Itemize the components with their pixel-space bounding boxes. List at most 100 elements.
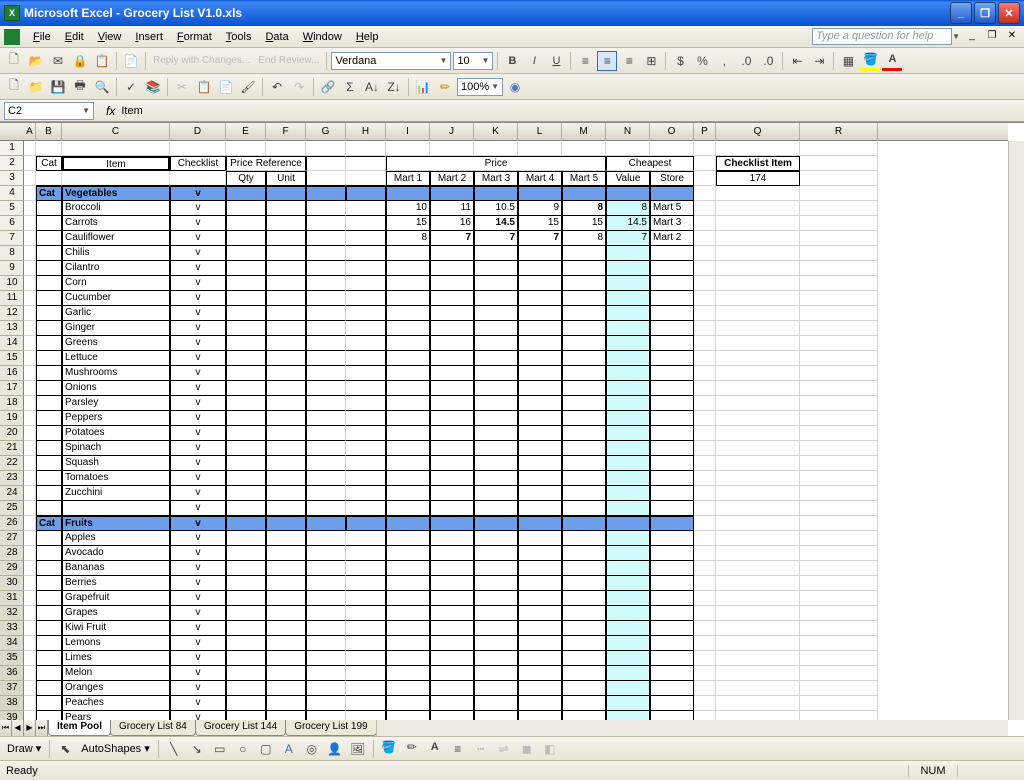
cell[interactable] <box>716 546 800 561</box>
cell[interactable] <box>716 576 800 591</box>
cell[interactable] <box>518 261 562 276</box>
cell[interactable] <box>562 261 606 276</box>
cell[interactable] <box>226 291 266 306</box>
cell[interactable]: Mart 3 <box>474 171 518 186</box>
cell[interactable] <box>716 306 800 321</box>
cell[interactable] <box>36 201 62 216</box>
cell[interactable]: Price Reference <box>226 156 306 171</box>
cell[interactable] <box>800 636 878 651</box>
cell[interactable] <box>306 606 346 621</box>
cell[interactable] <box>266 531 306 546</box>
cell[interactable]: Mushrooms <box>62 366 170 381</box>
cell[interactable] <box>306 561 346 576</box>
cell[interactable]: v <box>170 441 226 456</box>
cell[interactable] <box>800 546 878 561</box>
cell[interactable] <box>24 501 36 516</box>
cell[interactable] <box>518 456 562 471</box>
cell[interactable] <box>800 171 878 186</box>
cell[interactable] <box>474 141 518 156</box>
cell[interactable]: 15 <box>518 216 562 231</box>
cell[interactable]: Cat <box>36 516 62 531</box>
cell[interactable] <box>266 306 306 321</box>
cell[interactable] <box>800 501 878 516</box>
cell[interactable]: Oranges <box>62 681 170 696</box>
cell[interactable] <box>562 426 606 441</box>
cell[interactable] <box>694 591 716 606</box>
cell[interactable] <box>716 696 800 711</box>
cell[interactable] <box>694 696 716 711</box>
cell[interactable] <box>694 246 716 261</box>
cell[interactable] <box>266 546 306 561</box>
cell[interactable] <box>800 471 878 486</box>
row-header-13[interactable]: 13 <box>0 321 24 336</box>
cell[interactable] <box>562 681 606 696</box>
cell[interactable] <box>24 486 36 501</box>
cell[interactable] <box>346 231 386 246</box>
cell[interactable] <box>266 141 306 156</box>
cell[interactable] <box>562 591 606 606</box>
cell[interactable] <box>24 231 36 246</box>
currency-button[interactable]: $ <box>670 51 690 71</box>
cell[interactable] <box>716 636 800 651</box>
cell[interactable] <box>800 606 878 621</box>
row-header-11[interactable]: 11 <box>0 291 24 306</box>
cell[interactable] <box>306 141 346 156</box>
cell[interactable] <box>474 381 518 396</box>
cell[interactable] <box>266 321 306 336</box>
cell[interactable] <box>518 141 562 156</box>
cell[interactable]: 8 <box>562 201 606 216</box>
cell[interactable] <box>518 351 562 366</box>
cell[interactable] <box>716 606 800 621</box>
cell[interactable] <box>24 276 36 291</box>
cell[interactable] <box>226 576 266 591</box>
arrow-style-icon[interactable]: ⇌ <box>494 739 514 759</box>
cell[interactable] <box>650 591 694 606</box>
print-icon[interactable]: 🖶 <box>70 77 90 97</box>
cell[interactable] <box>606 441 650 456</box>
cell[interactable] <box>306 666 346 681</box>
cell[interactable] <box>694 456 716 471</box>
cell[interactable] <box>306 216 346 231</box>
cell[interactable] <box>606 186 650 201</box>
cell[interactable]: Cilantro <box>62 261 170 276</box>
cell[interactable] <box>606 276 650 291</box>
cell[interactable] <box>306 366 346 381</box>
cell[interactable] <box>474 561 518 576</box>
cell[interactable] <box>694 501 716 516</box>
cell[interactable]: Apples <box>62 531 170 546</box>
row-header-12[interactable]: 12 <box>0 306 24 321</box>
cell[interactable] <box>562 366 606 381</box>
clipart-icon[interactable]: 👤 <box>325 739 345 759</box>
cell[interactable] <box>562 441 606 456</box>
cell[interactable] <box>562 486 606 501</box>
cell[interactable] <box>386 306 430 321</box>
cell[interactable] <box>430 336 474 351</box>
cell[interactable]: v <box>170 306 226 321</box>
cell[interactable] <box>346 456 386 471</box>
cell[interactable] <box>474 276 518 291</box>
cell[interactable] <box>36 681 62 696</box>
cell[interactable] <box>430 276 474 291</box>
cell[interactable] <box>226 366 266 381</box>
cell[interactable] <box>24 411 36 426</box>
cell[interactable] <box>386 456 430 471</box>
format-painter-icon[interactable]: 🖌 <box>238 77 258 97</box>
cell[interactable] <box>430 351 474 366</box>
wordart-icon[interactable]: A <box>279 739 299 759</box>
cell[interactable] <box>562 276 606 291</box>
fill-color-draw-icon[interactable]: 🪣 <box>379 739 399 759</box>
redo-icon[interactable]: ↷ <box>289 77 309 97</box>
cell[interactable] <box>430 651 474 666</box>
cell[interactable] <box>24 246 36 261</box>
cell[interactable] <box>24 531 36 546</box>
cell[interactable] <box>430 366 474 381</box>
cell[interactable] <box>694 531 716 546</box>
cell[interactable] <box>226 546 266 561</box>
cell[interactable]: Mart 5 <box>562 171 606 186</box>
cell[interactable] <box>24 336 36 351</box>
cell[interactable] <box>36 546 62 561</box>
cell[interactable]: Unit <box>266 171 306 186</box>
cell[interactable] <box>518 291 562 306</box>
cell[interactable]: 7 <box>430 231 474 246</box>
cell[interactable] <box>36 261 62 276</box>
